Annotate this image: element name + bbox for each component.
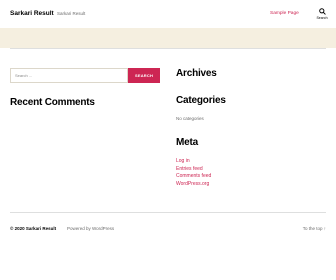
search-toggle-button[interactable]: Search <box>314 8 330 24</box>
recent-comments-title: Recent Comments <box>10 97 95 108</box>
footer-divider <box>10 212 326 213</box>
powered-by-link[interactable]: Powered by WordPress <box>67 226 114 231</box>
search-input[interactable] <box>10 68 128 83</box>
archives-title: Archives <box>176 68 217 79</box>
hero-band <box>0 28 336 48</box>
search-form: SEARCH <box>10 68 160 83</box>
search-button[interactable]: SEARCH <box>128 68 160 83</box>
meta-link-log-in[interactable]: Log in <box>176 158 211 166</box>
to-top-link[interactable]: To the top ↑ <box>303 226 326 231</box>
search-toggle-label: Search <box>316 16 328 20</box>
arrow-up-icon: ↑ <box>323 226 326 231</box>
meta-link-comments-feed[interactable]: Comments feed <box>176 173 211 181</box>
site-header: Sarkari Result Sarkari Result Sample Pag… <box>0 0 336 28</box>
site-footer: © 2020 Sarkari Result Powered by WordPre… <box>0 212 336 280</box>
site-description: Sarkari Result <box>57 11 86 16</box>
divider <box>10 48 326 49</box>
meta-title: Meta <box>176 137 198 148</box>
widget-area: SEARCH Recent Comments Archives Categori… <box>0 48 336 212</box>
categories-title: Categories <box>176 95 226 106</box>
meta-links: Log in Entries feed Comments feed WordPr… <box>176 158 211 189</box>
meta-link-wordpress-org[interactable]: WordPress.org <box>176 181 211 189</box>
site-title[interactable]: Sarkari Result <box>10 10 54 17</box>
copyright[interactable]: © 2020 Sarkari Result <box>10 226 56 231</box>
nav-link-sample-page[interactable]: Sample Page <box>270 11 299 16</box>
search-icon <box>318 8 326 15</box>
to-top-label: To the top <box>302 226 323 231</box>
meta-link-entries-feed[interactable]: Entries feed <box>176 166 211 174</box>
no-categories-text: No categories <box>176 116 204 121</box>
